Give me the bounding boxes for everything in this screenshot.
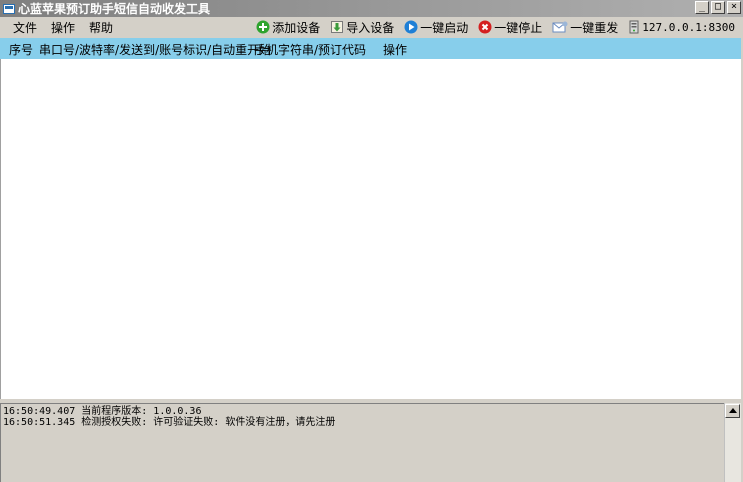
maximize-button[interactable]: □ xyxy=(711,1,725,14)
log-panel[interactable]: 16:50:49.407 当前程序版本: 1.0.0.36 16:50:51.3… xyxy=(0,403,724,482)
app-icon xyxy=(3,3,15,14)
column-header-port-config[interactable]: 串口号/波特率/发送到/账号标识/自动重开始 xyxy=(39,41,271,58)
toolbar: 添加设备 导入设备 一键启动 一键停止 一键重发 127.0.0.1:8300 xyxy=(246,17,735,37)
add-device-label: 添加设备 xyxy=(272,20,321,35)
log-line: 16:50:51.345 检测授权失败: 许可验证失败: 软件没有注册，请先注册 xyxy=(3,417,336,428)
add-device-button[interactable]: 添加设备 xyxy=(256,19,320,36)
window-title: 心蓝苹果预订助手短信自动收发工具 xyxy=(18,2,211,16)
start-all-label: 一键启动 xyxy=(420,20,469,35)
column-header-index[interactable]: 序号 xyxy=(9,41,33,58)
start-all-button[interactable]: 一键启动 xyxy=(404,19,468,36)
menu-item-file[interactable]: 文件 xyxy=(6,19,44,36)
resend-all-label: 一键重发 xyxy=(570,20,619,35)
play-circle-icon xyxy=(404,20,418,34)
close-button[interactable]: × xyxy=(727,1,741,14)
stop-all-button[interactable]: 一键停止 xyxy=(478,19,542,36)
menu-toolbar-row: 文件 操作 帮助 添加设备 导入设备 一键启动 一键停止 一键重发 127.0.… xyxy=(0,17,743,37)
menu-bar: 文件 操作 帮助 xyxy=(6,19,120,36)
window-controls: _ □ × xyxy=(695,1,741,14)
title-bar: 心蓝苹果预订助手短信自动收发工具 _ □ × xyxy=(0,0,743,17)
menu-item-operate[interactable]: 操作 xyxy=(44,19,82,36)
import-device-button[interactable]: 导入设备 xyxy=(330,19,394,36)
import-icon xyxy=(331,21,344,33)
server-icon xyxy=(629,20,639,34)
server-address[interactable]: 127.0.0.1:8300 xyxy=(628,20,735,34)
stop-circle-icon xyxy=(478,20,492,34)
import-device-label: 导入设备 xyxy=(346,20,395,35)
log-scrollbar[interactable] xyxy=(724,403,741,482)
resend-all-button[interactable]: 一键重发 xyxy=(552,19,618,36)
plus-circle-icon xyxy=(256,20,270,34)
envelope-icon xyxy=(552,21,568,33)
scroll-up-button[interactable] xyxy=(725,404,740,418)
column-header-phone-code[interactable]: 手机字符串/预订代码 xyxy=(254,41,366,58)
stop-all-label: 一键停止 xyxy=(494,20,543,35)
log-line: 16:50:49.407 当前程序版本: 1.0.0.36 xyxy=(3,406,202,417)
device-list[interactable] xyxy=(0,59,743,399)
server-address-label: 127.0.0.1:8300 xyxy=(642,20,735,34)
menu-item-help[interactable]: 帮助 xyxy=(82,19,120,36)
device-table-header: 序号 串口号/波特率/发送到/账号标识/自动重开始 手机字符串/预订代码 操作 xyxy=(0,38,742,59)
minimize-button[interactable]: _ xyxy=(695,1,709,14)
column-header-actions[interactable]: 操作 xyxy=(383,41,407,58)
